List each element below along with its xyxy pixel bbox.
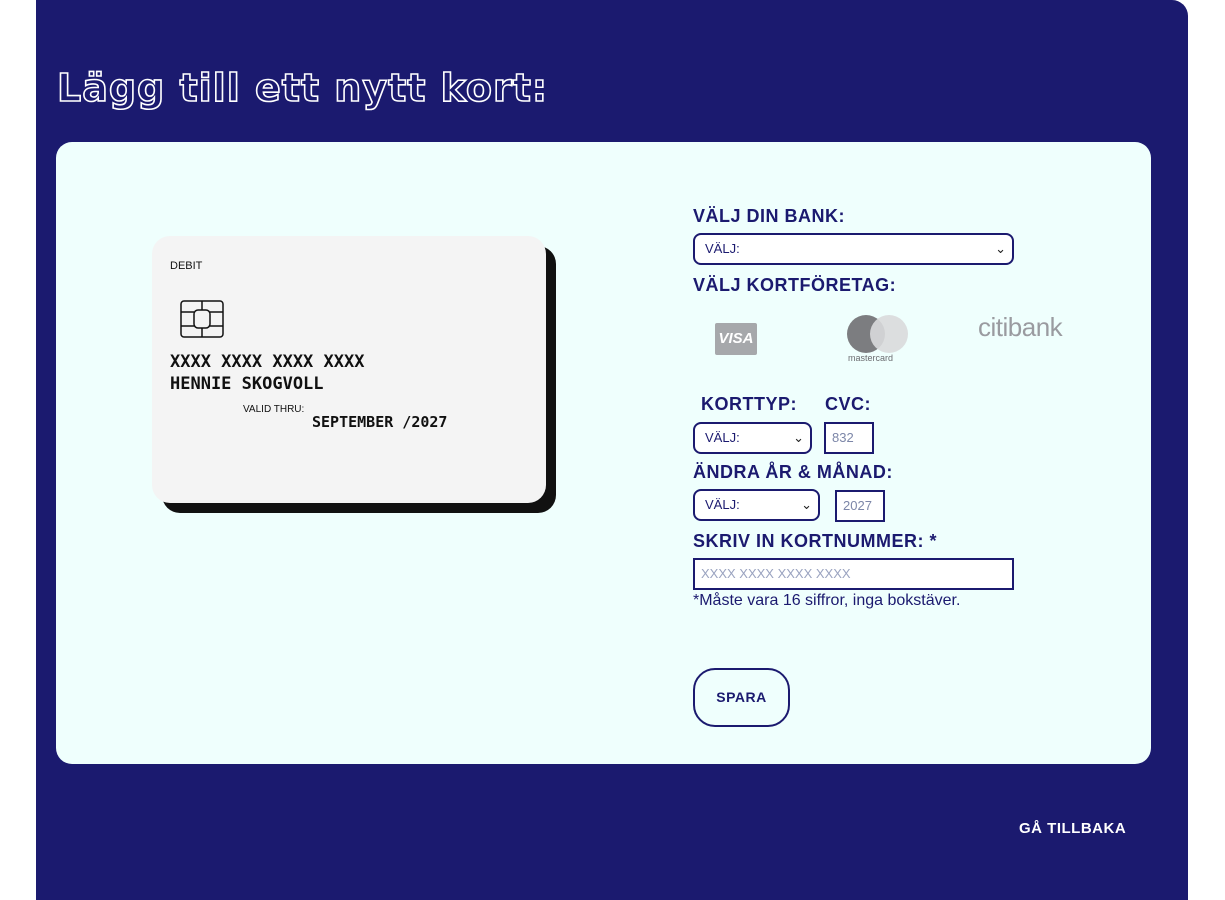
- card-type-select-value: VÄLJ:: [705, 430, 740, 445]
- page-frame: Lägg till ett nytt kort: DEBIT XXXX XXXX…: [36, 0, 1188, 900]
- visa-logo[interactable]: VISA: [715, 323, 757, 355]
- expiry-label: ÄNDRA ÅR & MÅNAD:: [693, 462, 893, 482]
- card-company-label: VÄLJ KORTFÖRETAG:: [693, 275, 897, 295]
- expiry-month-select[interactable]: VÄLJ: ⌄: [693, 489, 820, 521]
- card-type-select[interactable]: VÄLJ: ⌄: [693, 422, 812, 454]
- expiry-year-input[interactable]: 2027: [835, 490, 885, 522]
- cvc-input[interactable]: 832: [824, 422, 874, 454]
- page-title: Lägg till ett nytt kort:: [56, 65, 549, 111]
- card-number-label: SKRIV IN KORTNUMMER: *: [693, 531, 937, 551]
- chevron-down-icon: ⌄: [793, 430, 804, 445]
- back-link[interactable]: GÅ TILLBAKA: [1019, 820, 1126, 837]
- card-number-hint: *Måste vara 16 siffror, inga bokstäver.: [693, 592, 961, 609]
- chip-icon: [180, 300, 224, 338]
- card-number: XXXX XXXX XXXX XXXX: [170, 352, 365, 372]
- expiry-select-value: VÄLJ:: [705, 497, 740, 512]
- card-holder-name: HENNIE SKOGVOLL: [170, 374, 324, 394]
- bank-select[interactable]: VÄLJ: ⌄: [693, 233, 1014, 265]
- cvc-label: CVC:: [825, 394, 871, 414]
- bank-label: VÄLJ DIN BANK:: [693, 206, 846, 226]
- mastercard-logo[interactable]: mastercard: [847, 315, 908, 367]
- valid-thru-value: SEPTEMBER /2027: [312, 413, 448, 431]
- card-type-label: KORTTYP:: [701, 394, 797, 414]
- card-number-input[interactable]: XXXX XXXX XXXX XXXX: [693, 558, 1014, 590]
- chevron-down-icon: ⌄: [801, 497, 812, 512]
- citibank-logo[interactable]: citibank: [978, 312, 1063, 343]
- card-form-panel: DEBIT XXXX XXXX XXXX XXXX HENNIE SKOGVOL…: [56, 142, 1151, 764]
- card-type-label: DEBIT: [170, 260, 203, 272]
- chevron-down-icon: ⌄: [995, 241, 1006, 256]
- save-button[interactable]: SPARA: [693, 668, 790, 727]
- card-preview: DEBIT XXXX XXXX XXXX XXXX HENNIE SKOGVOL…: [152, 236, 546, 503]
- valid-thru-label: VALID THRU:: [243, 404, 305, 415]
- mastercard-text: mastercard: [848, 353, 894, 363]
- mastercard-circle-right: [870, 315, 908, 353]
- bank-select-value: VÄLJ:: [705, 241, 740, 256]
